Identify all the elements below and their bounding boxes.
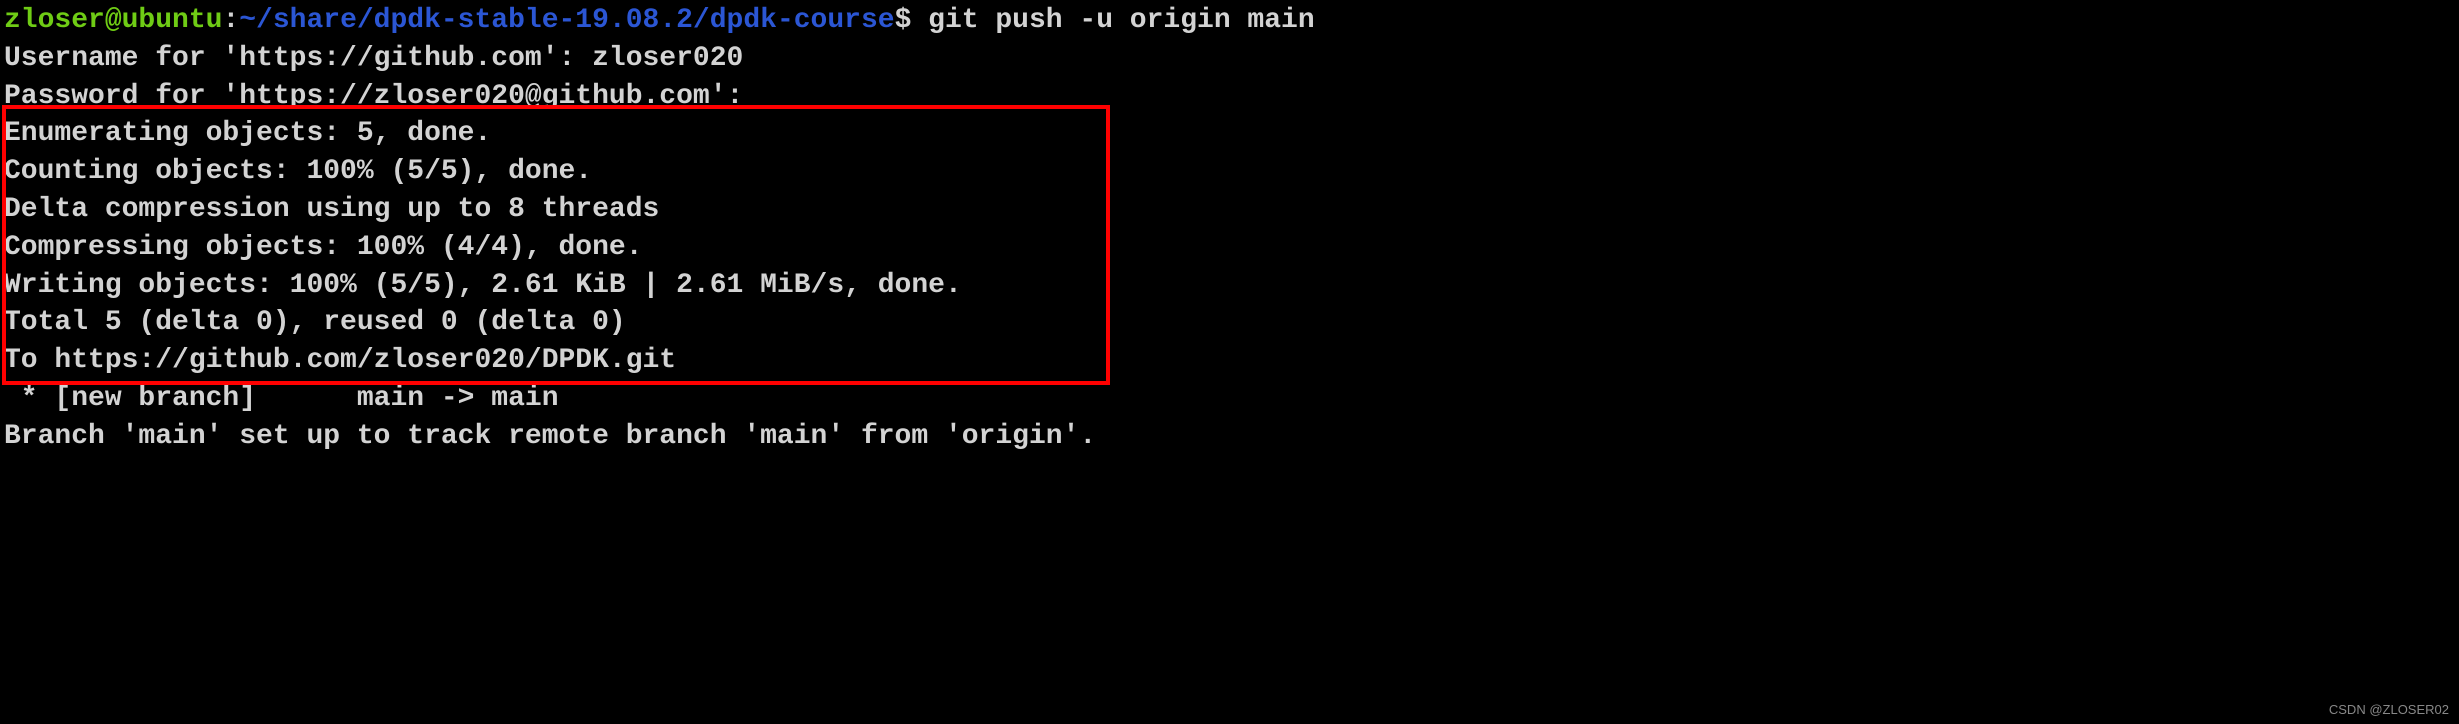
branch-set-line: Branch 'main' set up to track remote bra… (4, 418, 2455, 456)
command-text: git push -u origin main (928, 5, 1314, 36)
prompt-dollar: $ (895, 5, 929, 36)
prompt-line: zloser@ubuntu:~/share/dpdk-stable-19.08.… (4, 2, 2455, 40)
password-line: Password for 'https://zloser020@github.c… (4, 78, 2455, 116)
prompt-colon: : (222, 5, 239, 36)
total-line: Total 5 (delta 0), reused 0 (delta 0) (4, 304, 2455, 342)
delta-compression-line: Delta compression using up to 8 threads (4, 191, 2455, 229)
watermark: CSDN @ZLOSER02 (2329, 701, 2449, 719)
prompt-user: zloser@ubuntu (4, 5, 222, 36)
enum-objects-line: Enumerating objects: 5, done. (4, 115, 2455, 153)
count-objects-line: Counting objects: 100% (5/5), done. (4, 153, 2455, 191)
to-repo-line: To https://github.com/zloser020/DPDK.git (4, 342, 2455, 380)
prompt-path: ~/share/dpdk-stable-19.08.2/dpdk-course (239, 5, 894, 36)
compress-objects-line: Compressing objects: 100% (4/4), done. (4, 229, 2455, 267)
writing-objects-line: Writing objects: 100% (5/5), 2.61 KiB | … (4, 267, 2455, 305)
new-branch-line: * [new branch] main -> main (4, 380, 2455, 418)
username-line: Username for 'https://github.com': zlose… (4, 40, 2455, 78)
